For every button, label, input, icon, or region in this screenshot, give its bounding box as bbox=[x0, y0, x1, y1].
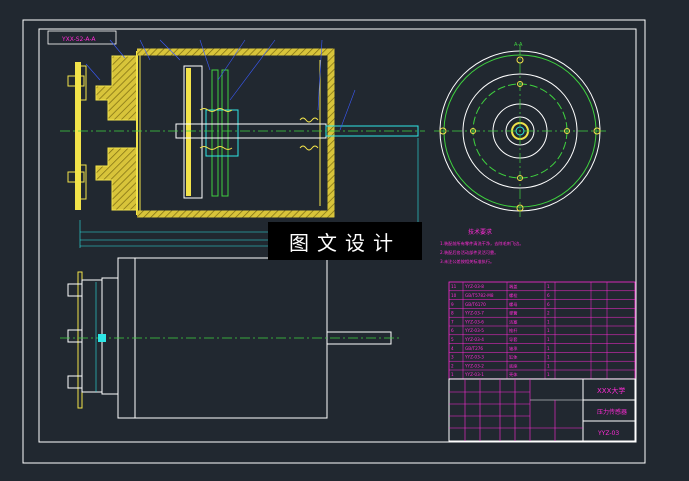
parts-cell: 壳体 bbox=[509, 371, 518, 378]
tech-req-1: 1.装配前所有零件清洗干净，去除毛刺飞边。 bbox=[440, 240, 524, 247]
parts-cell: 6 bbox=[547, 293, 550, 298]
parts-cell: YYZ-03-4 bbox=[464, 337, 484, 342]
parts-cell: YYZ-03-5 bbox=[464, 328, 484, 333]
parts-cell: 2 bbox=[547, 311, 550, 316]
parts-cell: 11 bbox=[451, 284, 457, 289]
parts-cell: 5 bbox=[451, 337, 454, 342]
parts-cell: YYZ-03-1 bbox=[464, 372, 484, 377]
tech-requirements: 技术要求 1.装配前所有零件清洗干净，去除毛刺飞边。 2.装配后各活动部件灵活可… bbox=[440, 228, 524, 265]
parts-cell: 缸体 bbox=[509, 354, 518, 361]
parts-cell: GB/T5782-M8 bbox=[465, 293, 494, 298]
tech-req-3: 3.未注公差按相关标准执行。 bbox=[440, 258, 494, 265]
parts-cell: 1 bbox=[547, 319, 550, 324]
parts-cell: 6 bbox=[451, 328, 454, 333]
watermark: 图文设计 bbox=[268, 222, 422, 260]
parts-cell: 轴承 bbox=[509, 345, 518, 352]
parts-cell: 4 bbox=[451, 346, 454, 351]
parts-cell: 螺栓 bbox=[509, 292, 518, 299]
parts-cell: 2 bbox=[451, 363, 454, 368]
parts-cell: 3 bbox=[451, 355, 454, 360]
parts-cell: 9 bbox=[451, 302, 454, 307]
main-section-view bbox=[60, 39, 425, 248]
section-label: A-A bbox=[514, 42, 523, 48]
parts-cell: 端盖 bbox=[509, 283, 517, 290]
tech-req-2: 2.装配后各活动部件灵活可靠。 bbox=[440, 249, 498, 256]
title-block: XXX大学 压力传感器 YYZ-03 bbox=[448, 378, 636, 442]
section-aa-view: A-A bbox=[434, 42, 606, 217]
parts-cell: 1 bbox=[547, 337, 550, 342]
drawing-name: 压力传感器 bbox=[597, 408, 627, 416]
tech-req-title: 技术要求 bbox=[468, 228, 492, 236]
parts-cell: 6 bbox=[547, 302, 550, 307]
parts-cell: YYZ-03-2 bbox=[464, 363, 484, 368]
parts-cell: 活塞 bbox=[509, 318, 518, 325]
parts-cell: 8 bbox=[451, 311, 454, 316]
parts-cell: 1 bbox=[547, 284, 550, 289]
parts-list: 11 YYZ-03-8 端盖 110 GB/T5782-M8 螺栓 69 GB/T6170 螺母… bbox=[448, 281, 636, 380]
parts-cell: YYZ-03-7 bbox=[464, 311, 484, 316]
parts-cell: YYZ-03-8 bbox=[464, 284, 484, 289]
parts-cell: 1 bbox=[547, 372, 550, 377]
parts-cell: 10 bbox=[451, 293, 457, 298]
parts-cell: 底座 bbox=[509, 362, 517, 369]
drawing-code: YYZ-03 bbox=[597, 430, 619, 437]
parts-cell: 1 bbox=[547, 346, 550, 351]
parts-cell: GB/T276 bbox=[465, 346, 483, 351]
parts-cell: YYZ-03-3 bbox=[464, 355, 484, 360]
parts-cell: GB/T6170 bbox=[465, 302, 486, 307]
parts-cell: 导套 bbox=[509, 336, 518, 343]
parts-cell: 推杆 bbox=[509, 327, 518, 334]
school-name: XXX大学 bbox=[597, 386, 625, 395]
parts-cell: 弹簧 bbox=[509, 310, 517, 317]
top-label: YXX-S2-A-A bbox=[61, 36, 96, 43]
parts-cell: 1 bbox=[547, 355, 550, 360]
parts-cell: YYZ-03-6 bbox=[464, 319, 484, 324]
parts-cell: 1 bbox=[451, 372, 454, 377]
parts-cell: 1 bbox=[547, 363, 550, 368]
parts-cell: 1 bbox=[547, 328, 550, 333]
top-view bbox=[60, 257, 400, 419]
parts-cell: 7 bbox=[451, 319, 454, 324]
parts-cell: 螺母 bbox=[509, 301, 517, 308]
